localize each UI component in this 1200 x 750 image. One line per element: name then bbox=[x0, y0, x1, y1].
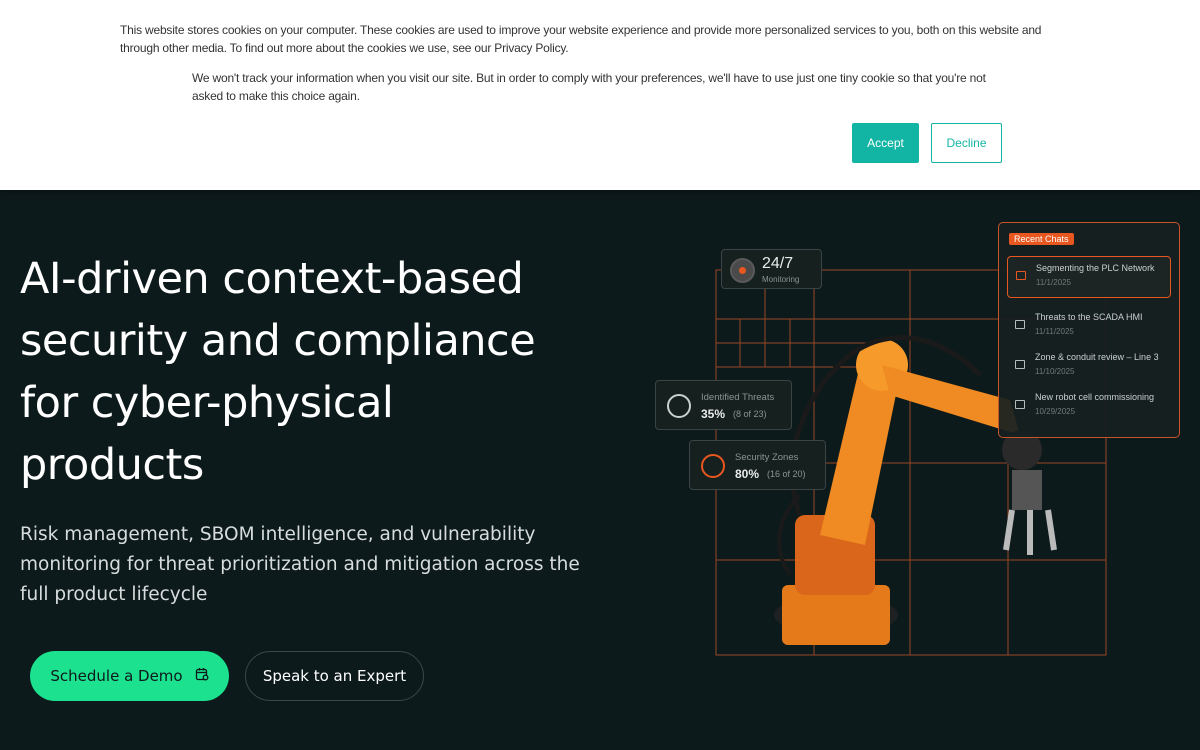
hero-subtitle: Risk management, SBOM intelligence, and … bbox=[20, 524, 580, 605]
chat-date: 11/1/2025 bbox=[1036, 278, 1071, 287]
chat-item[interactable]: Zone & conduit review – Line 3 11/10/202… bbox=[1007, 346, 1171, 388]
recent-chats-panel: Recent Chats Segmenting the PLC Network … bbox=[998, 222, 1180, 438]
decline-cookies-button[interactable]: Decline bbox=[931, 123, 1002, 163]
chat-icon bbox=[1015, 320, 1025, 329]
chat-date: 10/29/2025 bbox=[1035, 407, 1076, 416]
chat-item[interactable]: New robot cell commissioning 10/29/2025 bbox=[1007, 386, 1171, 428]
chat-title: Threats to the SCADA HMI bbox=[1035, 312, 1143, 322]
zones-value: 80% bbox=[735, 467, 760, 481]
hero-title: AI-driven context-based security and com… bbox=[20, 254, 536, 490]
accept-cookies-button[interactable]: Accept bbox=[852, 123, 919, 163]
threats-detail: (8 of 23) bbox=[733, 409, 767, 419]
chat-icon bbox=[1015, 360, 1025, 369]
security-zones-card: Security Zones 80% (16 of 20) bbox=[689, 440, 826, 490]
cookie-tracking-text: We won't track your information when you… bbox=[192, 71, 986, 103]
identified-threats-card: Identified Threats 35% (8 of 23) bbox=[655, 380, 792, 430]
chat-item[interactable]: Segmenting the PLC Network 11/1/2025 bbox=[1007, 256, 1171, 298]
schedule-demo-button[interactable]: Schedule a Demo bbox=[30, 651, 229, 701]
threats-ring-icon bbox=[667, 394, 691, 418]
monitoring-value: 24/7 bbox=[762, 255, 794, 272]
chat-title: New robot cell commissioning bbox=[1035, 392, 1155, 402]
zones-detail: (16 of 20) bbox=[767, 469, 806, 479]
chat-title: Zone & conduit review – Line 3 bbox=[1035, 352, 1159, 362]
chat-title: Segmenting the PLC Network bbox=[1036, 263, 1155, 273]
chat-item[interactable]: Threats to the SCADA HMI 11/11/2025 bbox=[1007, 306, 1171, 348]
chat-date: 11/10/2025 bbox=[1035, 367, 1075, 376]
schedule-demo-label: Schedule a Demo bbox=[50, 667, 183, 685]
zones-ring-icon bbox=[701, 454, 725, 478]
chat-date: 11/11/2025 bbox=[1035, 327, 1074, 336]
monitoring-indicator-icon bbox=[730, 258, 755, 283]
recent-chats-tag: Recent Chats bbox=[1009, 233, 1074, 245]
cookie-notice-text: This website stores cookies on your comp… bbox=[120, 23, 1042, 55]
threats-value: 35% bbox=[701, 407, 726, 421]
threats-label: Identified Threats bbox=[701, 392, 775, 403]
monitoring-label: Monitoring bbox=[762, 275, 800, 284]
monitoring-card: 24/7 Monitoring bbox=[721, 249, 822, 289]
hero-illustration: 24/7 Monitoring Identified Threats 35% (… bbox=[650, 215, 1190, 665]
chat-icon bbox=[1016, 271, 1026, 280]
calendar-icon bbox=[195, 667, 209, 685]
zones-label: Security Zones bbox=[735, 452, 799, 463]
chat-icon bbox=[1015, 400, 1025, 409]
cookie-banner: This website stores cookies on your comp… bbox=[0, 0, 1200, 190]
speak-to-expert-button[interactable]: Speak to an Expert bbox=[245, 651, 424, 701]
